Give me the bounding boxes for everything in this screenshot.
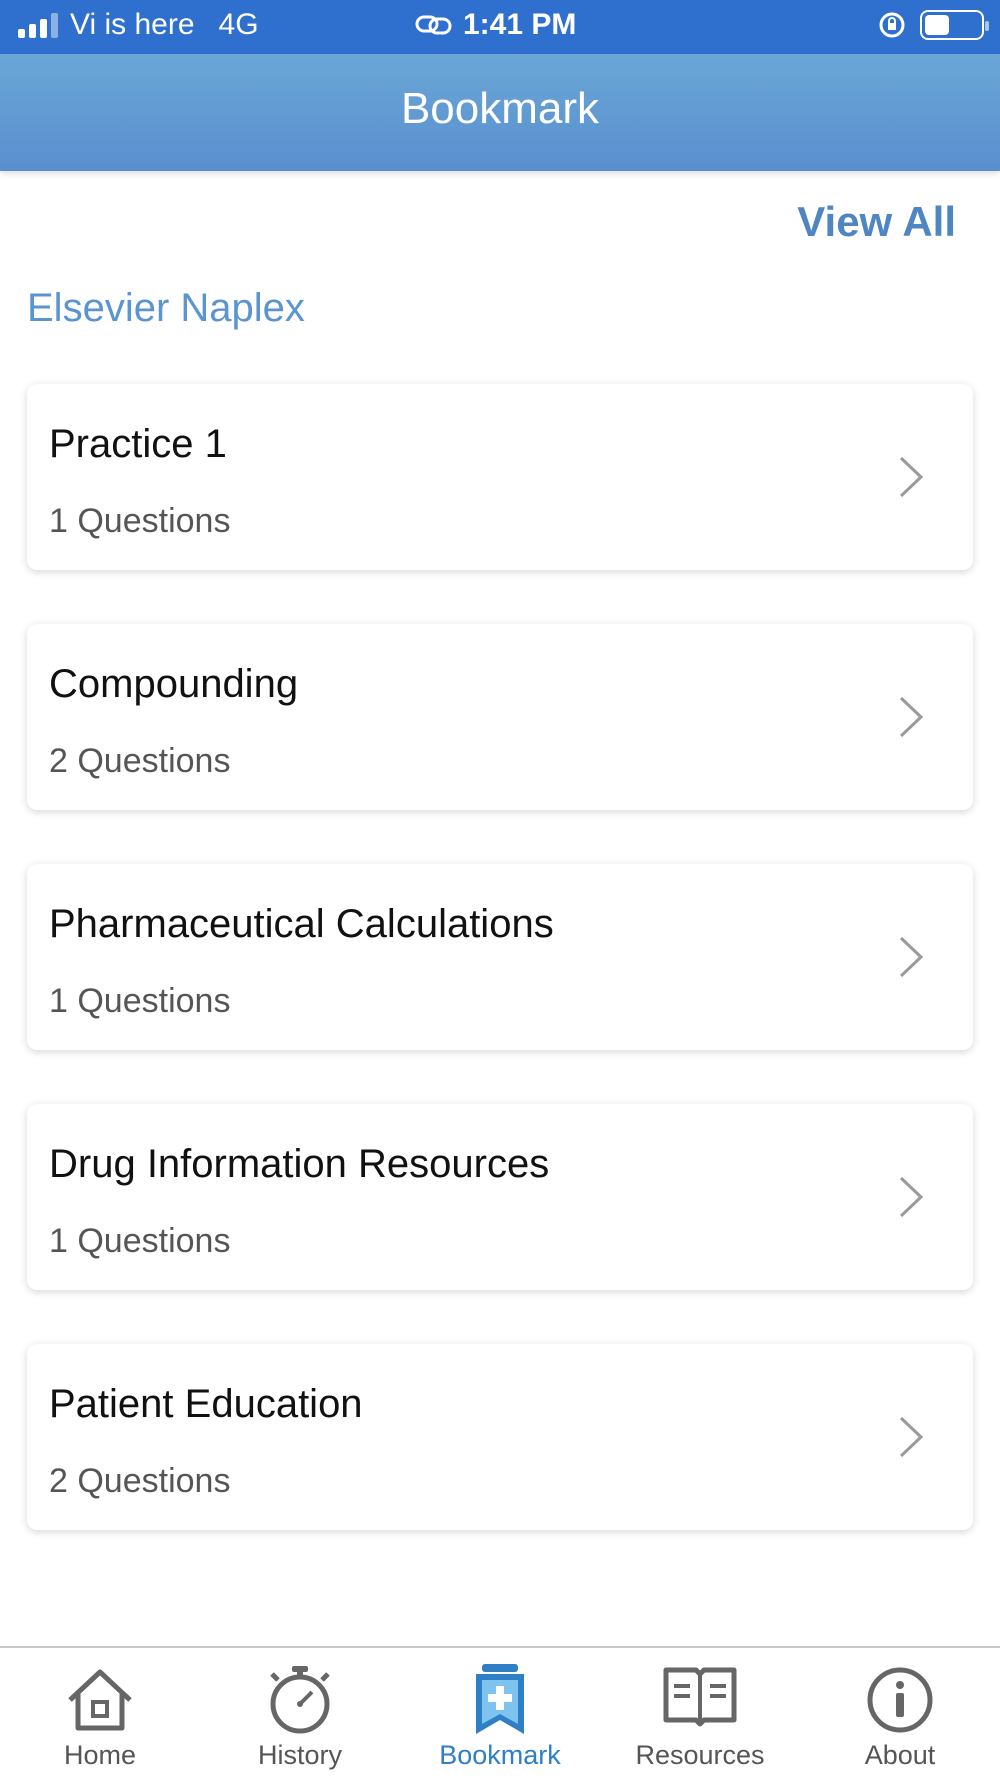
battery-icon bbox=[920, 10, 989, 40]
bookmark-card[interactable]: Compounding 2 Questions bbox=[27, 624, 973, 810]
bookmark-card[interactable]: Drug Information Resources 1 Questions bbox=[27, 1104, 973, 1290]
tab-label: About bbox=[864, 1740, 936, 1770]
open-book-icon bbox=[663, 1667, 737, 1727]
tab-about[interactable]: About bbox=[800, 1648, 1000, 1778]
info-icon bbox=[867, 1667, 933, 1733]
card-question-count: 1 Questions bbox=[49, 1222, 231, 1260]
tab-label: Home bbox=[63, 1740, 137, 1770]
card-question-count: 2 Questions bbox=[49, 742, 231, 780]
carrier-name: Vi is here bbox=[70, 8, 195, 41]
page-title: Bookmark bbox=[400, 84, 600, 133]
tab-bookmark[interactable]: Bookmark bbox=[400, 1648, 600, 1778]
chevron-right-icon bbox=[899, 1176, 924, 1218]
status-center: 1:41 PM bbox=[415, 8, 576, 42]
bookmark-card[interactable]: Pharmaceutical Calculations 1 Questions bbox=[27, 864, 973, 1050]
tab-history[interactable]: History bbox=[200, 1648, 400, 1778]
tab-bar: Home History Bookmark Resources About bbox=[0, 1646, 1000, 1778]
status-left: Vi is here 4G bbox=[18, 8, 259, 42]
rotation-lock-icon bbox=[879, 12, 905, 38]
stopwatch-icon bbox=[270, 1666, 330, 1734]
section-title: Elsevier Naplex bbox=[27, 286, 305, 330]
tab-label: History bbox=[257, 1740, 342, 1770]
battery-fill bbox=[925, 15, 949, 35]
card-title: Pharmaceutical Calculations bbox=[49, 902, 554, 946]
header-bar: Bookmark bbox=[0, 54, 1000, 171]
card-question-count: 2 Questions bbox=[49, 1462, 231, 1500]
card-question-count: 1 Questions bbox=[49, 502, 231, 540]
tab-resources[interactable]: Resources bbox=[600, 1648, 800, 1778]
view-all-button[interactable]: View All bbox=[797, 198, 956, 246]
bookmark-icon bbox=[476, 1664, 524, 1734]
tab-label: Resources bbox=[635, 1740, 765, 1770]
bookmark-list: Practice 1 1 Questions Compounding 2 Que… bbox=[27, 384, 973, 1584]
chevron-right-icon bbox=[899, 936, 924, 978]
card-question-count: 1 Questions bbox=[49, 982, 231, 1020]
card-title: Compounding bbox=[49, 662, 299, 706]
card-title: Patient Education bbox=[49, 1382, 363, 1426]
status-right bbox=[878, 10, 989, 40]
signal-strength-icon bbox=[18, 12, 58, 38]
chevron-right-icon bbox=[899, 456, 924, 498]
card-title: Drug Information Resources bbox=[49, 1142, 550, 1186]
network-type: 4G bbox=[218, 8, 259, 41]
tab-home[interactable]: Home bbox=[0, 1648, 200, 1778]
bookmark-card[interactable]: Patient Education 2 Questions bbox=[27, 1344, 973, 1530]
chevron-right-icon bbox=[899, 1416, 924, 1458]
tab-label: Bookmark bbox=[439, 1740, 561, 1770]
home-icon bbox=[68, 1669, 132, 1731]
status-time: 1:41 PM bbox=[463, 8, 577, 41]
chevron-right-icon bbox=[899, 696, 924, 738]
bookmark-card[interactable]: Practice 1 1 Questions bbox=[27, 384, 973, 570]
status-bar: Vi is here 4G 1:41 PM bbox=[0, 0, 1000, 54]
card-title: Practice 1 bbox=[49, 422, 227, 466]
link-icon bbox=[415, 15, 452, 35]
